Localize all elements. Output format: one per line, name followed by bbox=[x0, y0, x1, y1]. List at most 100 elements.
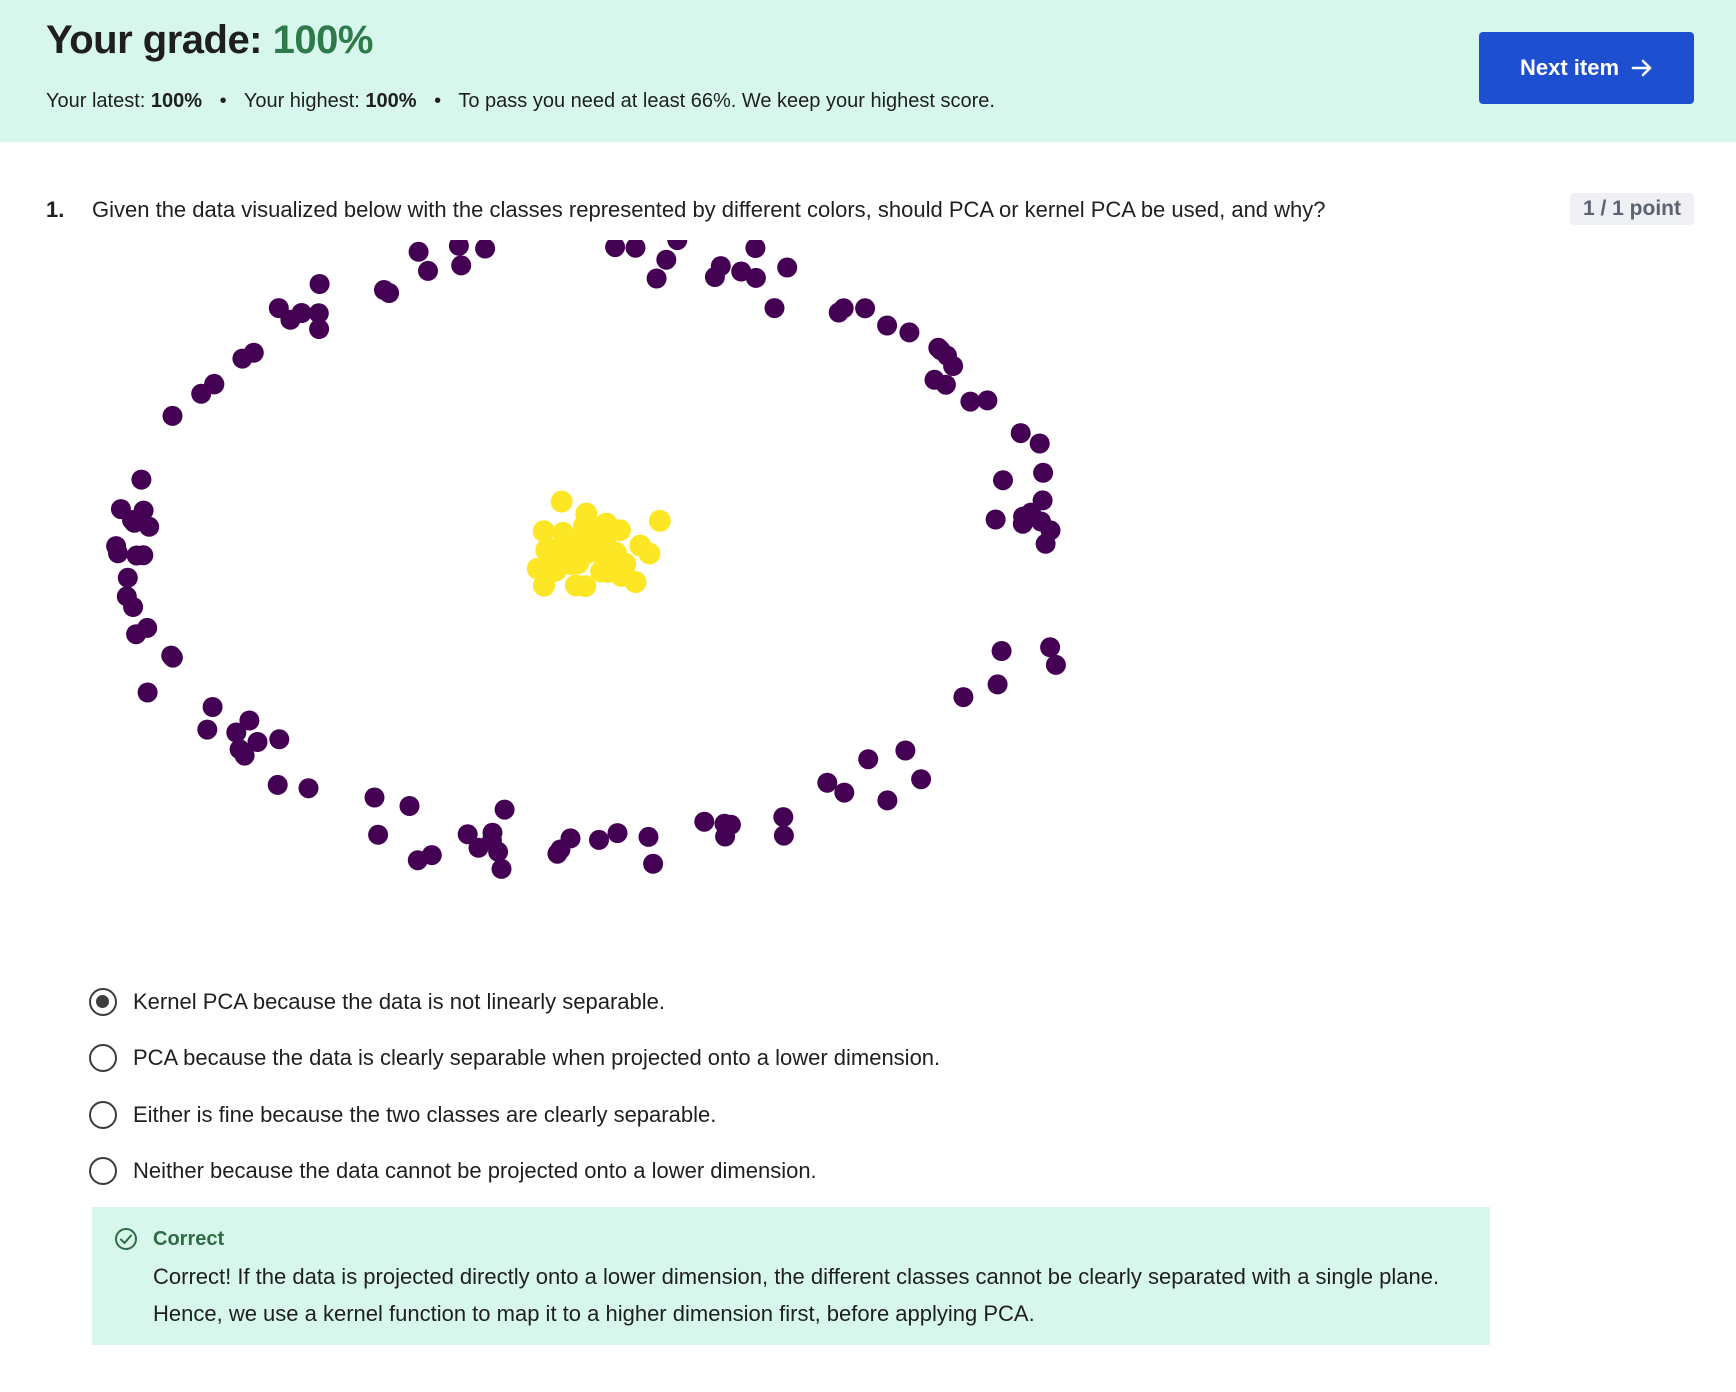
outer-class-point bbox=[877, 315, 898, 336]
outer-class-point bbox=[899, 322, 920, 343]
feedback-status: Correct bbox=[153, 1228, 225, 1250]
outer-class-point bbox=[977, 390, 998, 411]
outer-class-point bbox=[924, 369, 945, 390]
outer-class-point bbox=[421, 845, 442, 866]
outer-class-point bbox=[953, 687, 974, 708]
outer-class-point bbox=[991, 641, 1012, 661]
grade-title: Your grade: 100% bbox=[46, 18, 373, 63]
option-label: Kernel PCA because the data is not linea… bbox=[133, 989, 665, 1014]
outer-class-point bbox=[131, 469, 152, 490]
highest-score: 100% bbox=[365, 90, 417, 112]
outer-class-point bbox=[197, 719, 218, 740]
option-either[interactable]: Either is fine because the two classes a… bbox=[89, 1095, 1089, 1135]
outer-class-point bbox=[985, 509, 1006, 530]
arrow-right-icon bbox=[1631, 59, 1652, 77]
outer-class-point bbox=[858, 749, 879, 770]
outer-class-point bbox=[764, 298, 785, 319]
outer-class-point bbox=[987, 674, 1008, 695]
outer-class-point bbox=[773, 807, 794, 828]
points-badge: 1 / 1 point bbox=[1569, 193, 1694, 225]
outer-class-point bbox=[418, 260, 438, 281]
outer-class-point bbox=[993, 470, 1013, 491]
outer-class-point bbox=[108, 543, 128, 564]
outer-class-point bbox=[625, 240, 646, 258]
latest-score: 100% bbox=[150, 90, 203, 112]
outer-class-point bbox=[243, 342, 264, 363]
outer-class-point bbox=[646, 268, 667, 289]
outer-class-point bbox=[694, 811, 715, 832]
outer-class-point bbox=[720, 814, 741, 835]
outer-class-point bbox=[475, 240, 496, 259]
outer-class-point bbox=[731, 261, 752, 282]
outer-class-point bbox=[638, 826, 659, 847]
outer-class-point bbox=[1033, 462, 1054, 483]
latest-label: Your latest: bbox=[46, 90, 151, 112]
radio-empty-icon[interactable] bbox=[89, 1044, 117, 1072]
inner-class-point bbox=[544, 559, 567, 582]
option-neither[interactable]: Neither because the data cannot be proje… bbox=[89, 1151, 1089, 1191]
outer-class-point bbox=[834, 782, 855, 803]
outer-class-point bbox=[1012, 513, 1033, 534]
outer-class-point bbox=[202, 697, 223, 717]
outer-class-point bbox=[777, 257, 798, 278]
outer-class-point bbox=[162, 405, 183, 426]
grade-title-label: Your grade: bbox=[46, 18, 273, 62]
pass-note: To pass you need at least 66%. We keep y… bbox=[458, 90, 995, 112]
outer-class-point bbox=[368, 824, 389, 845]
option-label: Either is fine because the two classes a… bbox=[133, 1102, 717, 1127]
option-label: Neither because the data cannot be proje… bbox=[133, 1158, 817, 1183]
outer-class-point bbox=[833, 298, 854, 319]
grade-banner: Your grade: 100% Your latest: 100% • You… bbox=[0, 0, 1736, 142]
outer-class-point bbox=[605, 240, 626, 258]
outer-class-point bbox=[895, 740, 916, 761]
outer-class-point bbox=[374, 280, 394, 300]
outer-class-point bbox=[1040, 520, 1061, 541]
outer-class-point bbox=[226, 722, 247, 743]
feedback-text: Correct! If the data is projected direct… bbox=[153, 1264, 1440, 1326]
next-item-button[interactable]: Next item bbox=[1479, 32, 1694, 104]
outer-class-point bbox=[116, 586, 137, 607]
question-header: 1. Given the data visualized below with … bbox=[46, 193, 1694, 233]
next-item-label: Next item bbox=[1519, 55, 1620, 80]
outer-class-point bbox=[280, 309, 301, 330]
outer-class-point bbox=[589, 829, 609, 850]
outer-class-point bbox=[229, 739, 250, 760]
feedback-box: Correct Correct! If the data is projecte… bbox=[92, 1207, 1490, 1345]
question-number: 1. bbox=[46, 197, 65, 222]
outer-class-point bbox=[408, 241, 429, 262]
outer-class-point bbox=[817, 772, 838, 793]
outer-class-point bbox=[1032, 490, 1053, 511]
scatter-plot bbox=[106, 240, 1066, 879]
outer-class-point bbox=[656, 249, 677, 270]
inner-class-point bbox=[550, 490, 573, 513]
option-pca[interactable]: PCA because the data is clearly separabl… bbox=[89, 1038, 1089, 1078]
outer-class-point bbox=[451, 255, 472, 276]
outer-class-point bbox=[547, 843, 568, 864]
inner-class-point bbox=[590, 535, 613, 558]
outer-class-point bbox=[607, 823, 628, 844]
outer-class-point bbox=[494, 799, 515, 820]
outer-class-point bbox=[468, 837, 489, 858]
outer-class-point bbox=[667, 240, 688, 251]
outer-class-point bbox=[139, 516, 160, 537]
inner-class-point bbox=[555, 532, 578, 554]
radio-selected-icon[interactable] bbox=[89, 988, 117, 1016]
outer-class-point bbox=[137, 682, 158, 703]
outer-class-point bbox=[937, 345, 957, 366]
radio-empty-icon[interactable] bbox=[89, 1101, 117, 1129]
radio-empty-icon[interactable] bbox=[89, 1157, 117, 1185]
separator-dot: • bbox=[219, 90, 227, 112]
outer-class-point bbox=[1010, 423, 1031, 444]
inner-class-point bbox=[574, 575, 597, 598]
inner-class-point bbox=[624, 571, 647, 594]
outer-class-point bbox=[298, 778, 319, 799]
option-kernel-pca[interactable]: Kernel PCA because the data is not linea… bbox=[89, 982, 1089, 1022]
outer-class-point bbox=[491, 858, 512, 879]
question-text: Given the data visualized below with the… bbox=[92, 197, 1326, 222]
outer-class-point bbox=[482, 822, 503, 843]
grade-title-value: 100% bbox=[272, 18, 374, 62]
check-circle-icon bbox=[115, 1228, 137, 1250]
inner-class-point bbox=[638, 542, 661, 565]
inner-class-point bbox=[573, 515, 595, 537]
outer-class-point bbox=[137, 617, 158, 638]
